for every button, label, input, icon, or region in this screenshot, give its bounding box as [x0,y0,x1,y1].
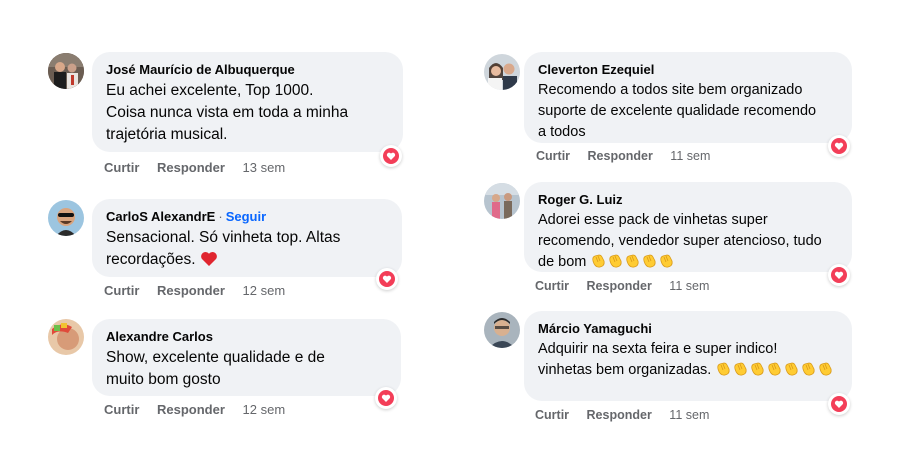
comment-line: vinhetas bem organizadas. [538,360,838,384]
author-name-text[interactable]: CarloS AlexandrE [106,209,215,224]
clapping-hands-icon [715,360,732,384]
comment-line: Eu achei excelente, Top 1000. [106,82,314,99]
avatar[interactable] [484,54,520,90]
comment-line: suporte de excelente qualidade recomendo [538,103,817,119]
clapping-hands-icon [817,360,834,384]
comment-text: Eu achei excelente, Top 1000. Coisa nunc… [106,80,389,146]
comment-line: recomendo, vendedor super atencioso, tud… [538,233,822,249]
avatar[interactable] [48,200,84,236]
separator-dot: · [218,209,223,224]
comment-line: Recomendo a todos site bem organizado [538,82,803,98]
clapping-hands-icon [783,360,800,384]
comment-actions: Curtir Responder 13 sem [104,160,285,175]
comment-bubble: Márcio Yamaguchi Adquirir na sexta feira… [524,311,852,401]
clapping-hands-icon [607,252,624,276]
comment-line: Show, excelente qualidade e de [106,349,325,366]
author-name[interactable]: Alexandre Carlos [106,328,387,345]
like-button[interactable]: Curtir [104,160,139,175]
comment-line: Sensacional. Só vinheta top. Altas [106,229,341,246]
comment-text: Adquirir na sexta feira e super indico! … [538,339,838,384]
red-heart-icon [200,251,218,274]
comment-text: Adorei esse pack de vinhetas super recom… [538,210,838,276]
comment-line: recordações. [106,249,388,274]
comment-bubble: Alexandre Carlos Show, excelente qualida… [92,319,401,396]
comment-actions: Curtir Responder 12 sem [104,283,285,298]
comment-bubble: Cleverton Ezequiel Recomendo a todos sit… [524,52,852,143]
heart-reaction-icon[interactable] [828,393,850,415]
avatar[interactable] [48,319,84,355]
comment-actions: Curtir Responder 11 sem [536,149,710,163]
comment-line: Adquirir na sexta feira e super indico! [538,341,778,357]
comment-line: Coisa nunca vista em toda a minha [106,104,349,121]
timestamp[interactable]: 12 sem [243,402,286,417]
clapping-hands-icon [641,252,658,276]
clapping-hands-icon [800,360,817,384]
clapping-hands-group [590,254,675,270]
comment-line-text: vinhetas bem organizadas. [538,362,712,378]
author-name[interactable]: Cleverton Ezequiel [538,61,838,78]
clapping-hands-icon [590,252,607,276]
heart-reaction-icon[interactable] [380,145,402,167]
heart-reaction-icon[interactable] [828,264,850,286]
heart-reaction-icon[interactable] [375,387,397,409]
comment-bubble: José Maurício de Albuquerque Eu achei ex… [92,52,403,152]
reply-button[interactable]: Responder [157,160,225,175]
timestamp[interactable]: 13 sem [243,160,286,175]
comment-line: muito bom gosto [106,371,221,388]
comment-line-text: de bom [538,254,587,270]
clapping-hands-icon [658,252,675,276]
clapping-hands-icon [749,360,766,384]
comment-line: a todos [538,124,586,140]
comment-actions: Curtir Responder 12 sem [104,402,285,417]
comment-line: de bom [538,252,838,276]
reply-button[interactable]: Responder [157,402,225,417]
heart-reaction-icon[interactable] [828,135,850,157]
like-button[interactable]: Curtir [104,283,139,298]
like-button[interactable]: Curtir [536,149,570,163]
like-button[interactable]: Curtir [535,408,569,422]
timestamp[interactable]: 11 sem [669,279,709,293]
avatar[interactable] [484,183,520,219]
comment-line-text: recordações. [106,251,196,268]
like-button[interactable]: Curtir [104,402,139,417]
comment-actions: Curtir Responder 11 sem [535,279,709,293]
clapping-hands-group [715,362,834,378]
follow-link[interactable]: Seguir [226,209,266,224]
like-button[interactable]: Curtir [535,279,569,293]
timestamp[interactable]: 11 sem [669,408,709,422]
avatar[interactable] [484,312,520,348]
heart-reaction-icon[interactable] [376,268,398,290]
comment-text: Show, excelente qualidade e de muito bom… [106,347,387,391]
author-name[interactable]: Roger G. Luiz [538,191,838,208]
comment-bubble: Roger G. Luiz Adorei esse pack de vinhet… [524,182,852,272]
comment-line: Adorei esse pack de vinhetas super [538,212,768,228]
timestamp[interactable]: 12 sem [243,283,286,298]
author-name: CarloS AlexandrE · Seguir [106,208,388,225]
clapping-hands-icon [766,360,783,384]
reply-button[interactable]: Responder [157,283,225,298]
reply-button[interactable]: Responder [587,279,652,293]
author-name[interactable]: José Maurício de Albuquerque [106,61,389,78]
reply-button[interactable]: Responder [588,149,653,163]
author-name[interactable]: Márcio Yamaguchi [538,320,838,337]
comment-text: Sensacional. Só vinheta top. Altas recor… [106,227,388,274]
comment-actions: Curtir Responder 11 sem [535,408,709,422]
comment-line: trajetória musical. [106,126,228,143]
clapping-hands-icon [732,360,749,384]
timestamp[interactable]: 11 sem [670,149,710,163]
avatar[interactable] [48,53,84,89]
comment-text: Recomendo a todos site bem organizado su… [538,80,838,143]
reply-button[interactable]: Responder [587,408,652,422]
clapping-hands-icon [624,252,641,276]
comment-bubble: CarloS AlexandrE · Seguir Sensacional. Só … [92,199,402,277]
